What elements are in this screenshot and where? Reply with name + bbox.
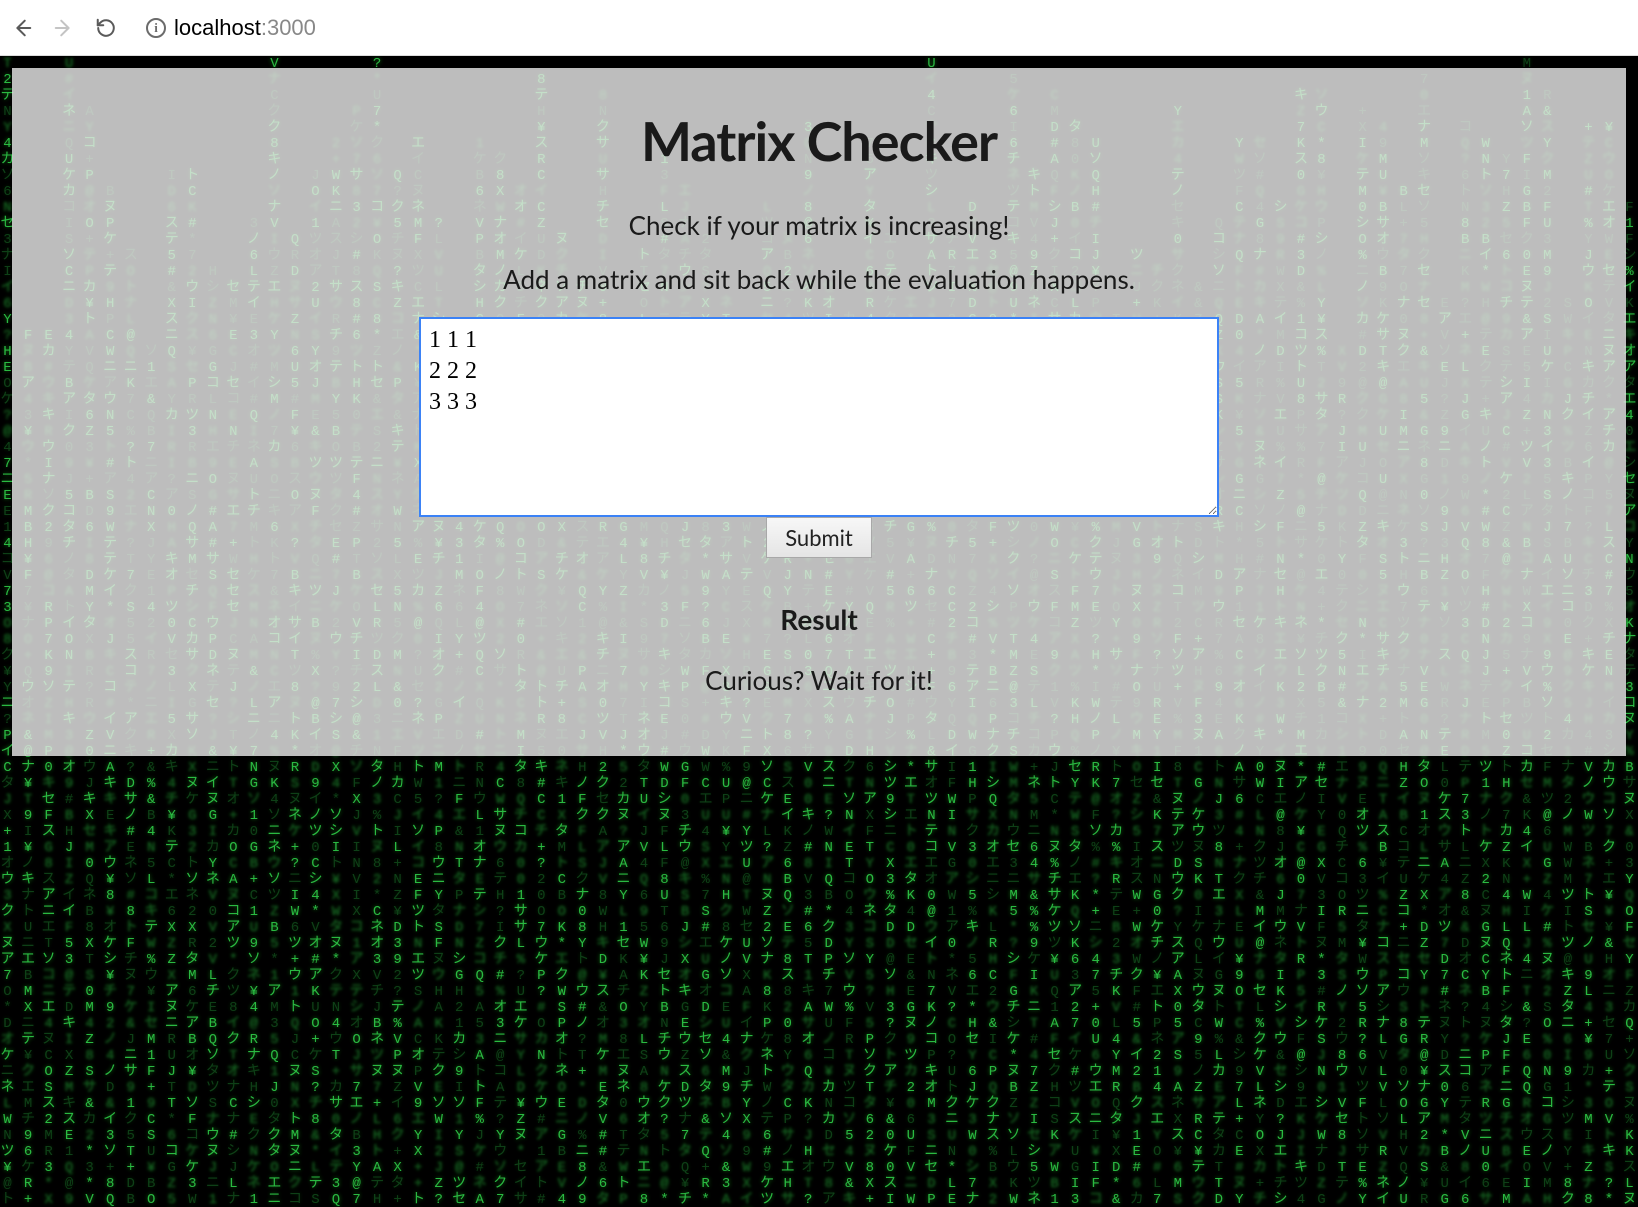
subtitle-2: Add a matrix and sit back while the eval… xyxy=(52,263,1586,295)
subtitle-1: Check if your matrix is increasing! xyxy=(52,209,1586,241)
info-icon: i xyxy=(146,18,166,38)
reload-button[interactable] xyxy=(94,16,118,40)
forward-button[interactable] xyxy=(52,16,76,40)
content-card: Matrix Checker Check if your matrix is i… xyxy=(12,68,1626,756)
url-text: localhost:3000 xyxy=(174,15,316,41)
matrix-input[interactable] xyxy=(419,317,1219,517)
browser-toolbar: i localhost:3000 xyxy=(0,0,1638,56)
submit-button[interactable]: Submit xyxy=(766,517,872,558)
address-bar[interactable]: i localhost:3000 xyxy=(136,10,1628,46)
page-title: Matrix Checker xyxy=(52,108,1586,173)
page-viewport: T 2 テ N Y 4 カ ソ 6 N セ 3 ナ I イ 6 Y ? H E … xyxy=(0,56,1638,1207)
back-button[interactable] xyxy=(10,16,34,40)
result-text: Curious? Wait for it! xyxy=(52,664,1586,696)
result-heading: Result xyxy=(52,602,1586,636)
